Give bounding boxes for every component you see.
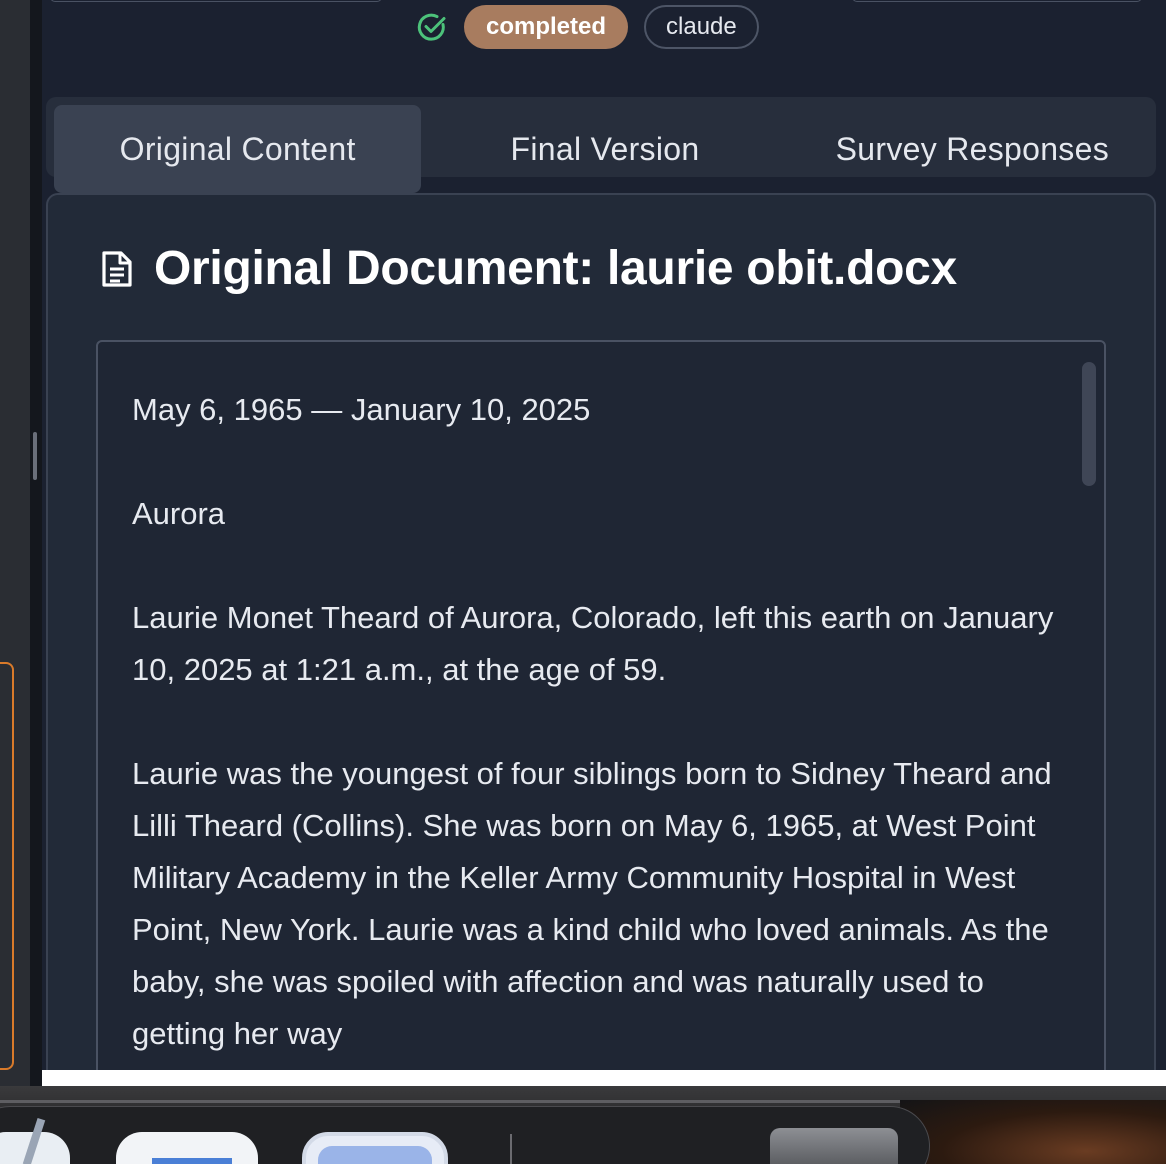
document-paragraph: May 6, 1965 — January 10, 2025 (132, 392, 591, 427)
app-window: completed claude Original Content Final … (42, 0, 1166, 1100)
document-title: Original Document: laurie obit.docx (154, 242, 957, 295)
window-bottom-edge (42, 1070, 1166, 1086)
split-resize-handle[interactable] (33, 432, 37, 480)
document-paragraph: Laurie was the youngest of four siblings… (132, 756, 1052, 1051)
adjacent-window-frame (0, 662, 14, 1070)
status-row: completed claude (416, 5, 759, 49)
document-content-box[interactable]: May 6, 1965 — January 10, 2025 Aurora La… (96, 340, 1106, 1100)
scrollbar-thumb[interactable] (1082, 362, 1096, 486)
trash-icon[interactable] (770, 1128, 898, 1164)
dock-app-icon[interactable] (302, 1132, 448, 1164)
tab-survey-responses[interactable]: Survey Responses (789, 105, 1156, 193)
document-text: May 6, 1965 — January 10, 2025 Aurora La… (132, 384, 1072, 1098)
top-field-right[interactable] (852, 0, 1142, 2)
tab-bar: Original Content Final Version Survey Re… (46, 97, 1156, 193)
tab-final-version[interactable]: Final Version (421, 105, 788, 193)
wallpaper-image (900, 1100, 1166, 1164)
document-icon (102, 250, 132, 287)
window-gutter (30, 0, 42, 1086)
dock-app-icon[interactable] (116, 1132, 258, 1164)
document-heading: Original Document: laurie obit.docx (100, 241, 957, 296)
document-paragraph: Laurie Monet Theard of Aurora, Colorado,… (132, 600, 1054, 687)
document-paragraph: Aurora (132, 496, 226, 531)
original-content-panel: Original Document: laurie obit.docx May … (46, 193, 1156, 1100)
dock-separator (510, 1134, 512, 1164)
tab-original-content[interactable]: Original Content (54, 105, 422, 193)
screen: completed claude Original Content Final … (0, 0, 1166, 1164)
check-circle-icon (417, 13, 446, 41)
model-badge: claude (644, 5, 759, 49)
status-badge: completed (464, 5, 629, 49)
top-field-left[interactable] (50, 0, 382, 2)
